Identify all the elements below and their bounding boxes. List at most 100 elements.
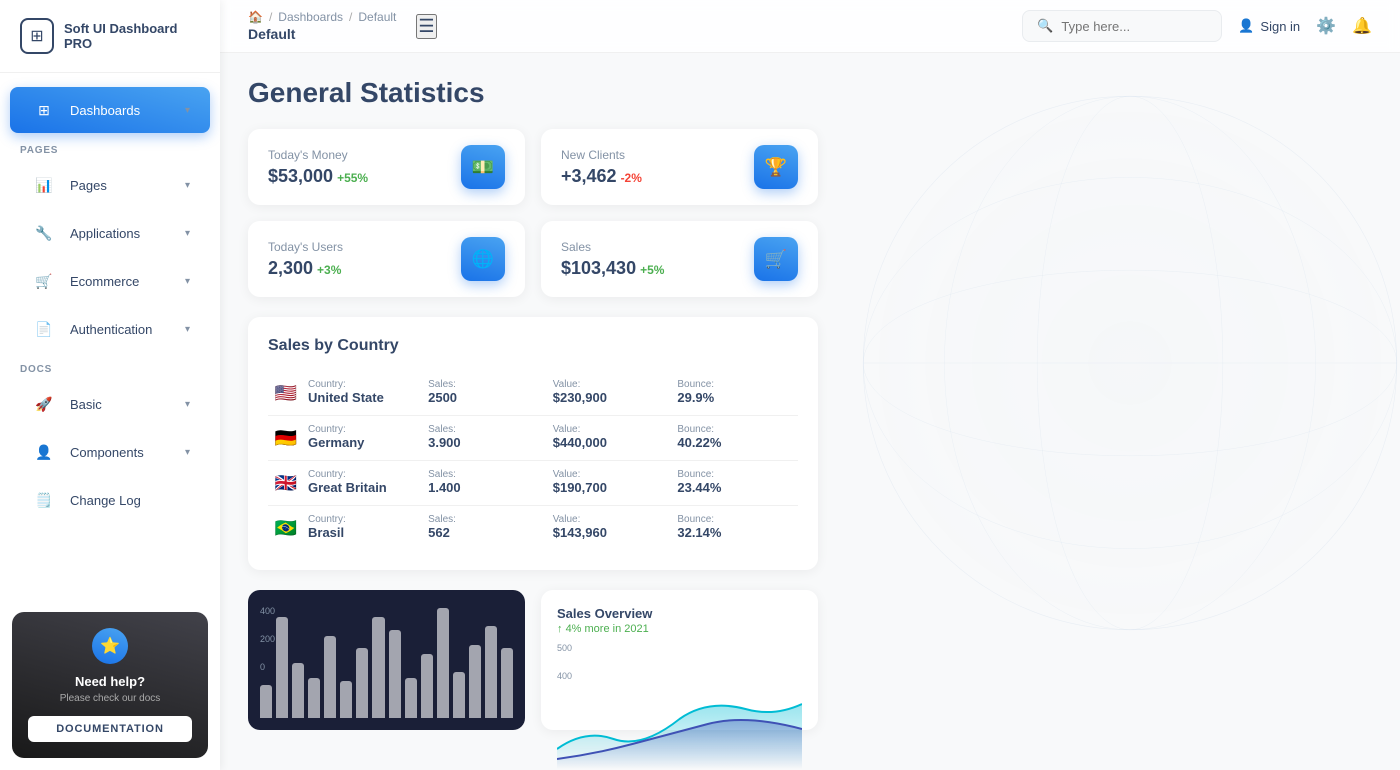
authentication-icon: 📄 [30,315,58,343]
stat-icon-money: 💵 [461,145,505,189]
stat-info-users: Today's Users 2,300 +3% [268,240,343,279]
breadcrumb-parent[interactable]: Dashboards [278,10,343,24]
y-label-500: 500 [557,643,802,653]
bar-item [389,630,401,718]
sales-overview-card: Sales Overview ↑ 4% more in 2021 500 400 [541,590,818,730]
sales-cell: Sales: 3.900 [424,416,549,461]
bounce-label: Bounce: [677,469,794,480]
bounce-cell: Bounce: 40.22% [673,416,798,461]
bar-item [405,678,417,718]
stat-value-users: 2,300 [268,258,313,279]
country-label: Country: [308,379,420,390]
sidebar-nav: ⊞ Dashboards ▾ PAGES 📊 Pages ▾ 🔧 Applica… [0,73,220,600]
table-row: 🇩🇪 Country: Germany Sales: 3.900 Value: … [268,416,798,461]
sales-cell: Sales: 2500 [424,371,549,416]
sidebar-item-authentication[interactable]: 📄 Authentication ▾ [10,306,210,352]
sales-value: 2500 [428,390,545,405]
bar-item [421,654,433,718]
bar-item [501,648,513,718]
help-subtitle: Please check our docs [28,693,192,704]
bounce-label: Bounce: [677,379,794,390]
stat-icon-users: 🌐 [461,237,505,281]
topbar: 🏠 / Dashboards / Default Default ☰ 🔍 👤 S… [220,0,1400,53]
bar-item [324,636,336,719]
bounce-value: 29.9% [677,390,794,405]
bar-chart [248,610,525,730]
hamburger-button[interactable]: ☰ [416,14,436,39]
help-star-icon: ⭐ [92,628,128,664]
sales-by-country-card: Sales by Country 🇺🇸 Country: United Stat… [248,317,818,570]
bounce-cell: Bounce: 29.9% [673,371,798,416]
sales-value: 3.900 [428,435,545,450]
table-row: 🇺🇸 Country: United State Sales: 2500 Val… [268,371,798,416]
country-value: Brasil [308,525,420,540]
sidebar-item-dashboards[interactable]: ⊞ Dashboards ▾ [10,87,210,133]
stat-change-money: +55% [337,171,368,185]
table-row: 🇧🇷 Country: Brasil Sales: 562 Value: $14… [268,506,798,551]
bar-item [485,626,497,718]
sales-table: 🇺🇸 Country: United State Sales: 2500 Val… [268,371,798,550]
value-amount: $440,000 [553,435,670,450]
flag-icon: 🇧🇷 [272,514,300,542]
arrow-up-icon: ↑ [557,623,563,635]
documentation-button[interactable]: DOCUMENTATION [28,716,192,742]
separator-2: / [349,10,352,24]
sales-table-title: Sales by Country [268,337,798,355]
sidebar-item-components[interactable]: 👤 Components ▾ [10,429,210,475]
bounce-value: 32.14% [677,525,794,540]
sidebar-item-pages[interactable]: 📊 Pages ▾ [10,162,210,208]
flag-cell: 🇩🇪 [268,416,304,461]
notification-icon[interactable]: 🔔 [1352,16,1372,36]
signin-button[interactable]: 👤 Sign in [1238,18,1300,34]
sales-value: 562 [428,525,545,540]
ecommerce-icon: 🛒 [30,267,58,295]
sidebar-item-label: Dashboards [70,103,173,118]
value-label: Value: [553,514,670,525]
search-icon: 🔍 [1037,18,1053,34]
value-label: Value: [553,379,670,390]
help-title: Need help? [28,674,192,689]
flag-icon: 🇬🇧 [272,469,300,497]
search-box[interactable]: 🔍 [1022,10,1222,42]
help-box: ⭐ Need help? Please check our docs DOCUM… [12,612,208,758]
search-input[interactable] [1061,19,1207,34]
sidebar-item-changelog[interactable]: 🗒️ Change Log [10,477,210,523]
stat-value-sales: $103,430 [561,258,636,279]
country-cell: Country: Brasil [304,506,424,551]
sales-cell: Sales: 1.400 [424,461,549,506]
bar-chart-card: 400 200 0 [248,590,525,730]
line-chart [557,689,802,769]
main-area: 🏠 / Dashboards / Default Default ☰ 🔍 👤 S… [220,0,1400,770]
sidebar-item-basic[interactable]: 🚀 Basic ▾ [10,381,210,427]
stat-value-money: $53,000 [268,166,333,187]
stat-card-clients: New Clients +3,462 -2% 🏆 [541,129,818,205]
stat-change-clients: -2% [621,171,642,185]
logo-icon: ⊞ [20,18,54,54]
bar-item [453,672,465,718]
stat-change-users: +3% [317,263,341,277]
value-cell: Value: $440,000 [549,416,674,461]
sales-label: Sales: [428,424,545,435]
sidebar-item-ecommerce[interactable]: 🛒 Ecommerce ▾ [10,258,210,304]
settings-icon[interactable]: ⚙️ [1316,16,1336,36]
components-icon: 👤 [30,438,58,466]
stat-icon-clients: 🏆 [754,145,798,189]
value-cell: Value: $190,700 [549,461,674,506]
sidebar-item-applications[interactable]: 🔧 Applications ▾ [10,210,210,256]
bounce-value: 23.44% [677,480,794,495]
bounce-label: Bounce: [677,514,794,525]
bar-item [340,681,352,718]
country-value: United State [308,390,420,405]
sidebar-item-label: Authentication [70,322,173,337]
chevron-down-icon: ▾ [185,447,190,458]
sidebar-item-label: Ecommerce [70,274,173,289]
stats-grid: Today's Money $53,000 +55% 💵 New Clients… [248,129,818,297]
sales-overview-sub-text: 4% more in 2021 [566,623,649,635]
bar-item [308,678,320,718]
bar-item [292,663,304,718]
stat-info-sales: Sales $103,430 +5% [561,240,664,279]
chevron-down-icon: ▾ [185,180,190,191]
flag-icon: 🇩🇪 [272,424,300,452]
bar-item [356,648,368,718]
value-label: Value: [553,424,670,435]
